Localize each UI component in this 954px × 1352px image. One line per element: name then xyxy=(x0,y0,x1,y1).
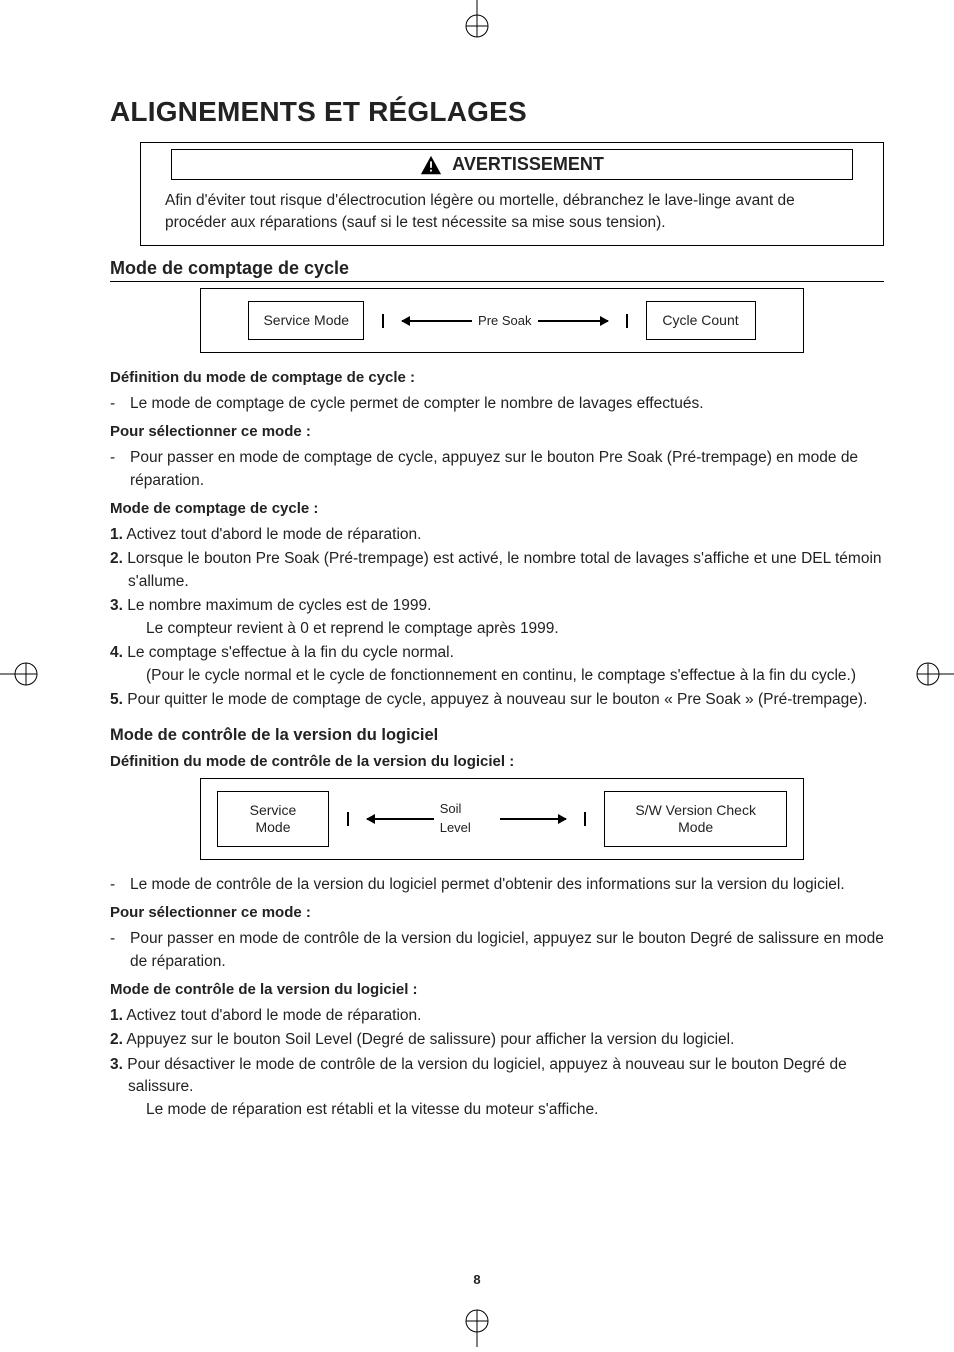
diagram-box-service-mode: Service Mode xyxy=(248,301,364,340)
dash-bullet: - xyxy=(110,928,122,973)
step-text: Activez tout d'abord le mode de réparati… xyxy=(126,526,421,543)
step-text: Lorsque le bouton Pre Soak (Pré-trempage… xyxy=(127,550,881,589)
step-text-cont: (Pour le cycle normal et le cycle de fon… xyxy=(128,665,884,687)
arrow-endcap-icon xyxy=(584,812,586,826)
step-2: 2. Appuyez sur le bouton Soil Level (Deg… xyxy=(110,1029,884,1051)
step-text: Pour quitter le mode de comptage de cycl… xyxy=(127,691,867,708)
step-number: 1. xyxy=(110,526,123,543)
diagram-sw-version: Service Mode Soil Level S/W Version Chec… xyxy=(200,778,804,860)
step-text: Le comptage s'effectue à la fin du cycle… xyxy=(127,644,454,661)
diagram-box-cycle-count: Cycle Count xyxy=(646,301,756,340)
step-text: Activez tout d'abord le mode de réparati… xyxy=(126,1007,421,1024)
arrow-endcap-icon xyxy=(382,314,384,328)
arrow-bi-group: Pre Soak xyxy=(402,313,607,328)
diagram-label: Soil Level xyxy=(440,800,494,838)
step-number: 3. xyxy=(110,1056,123,1073)
warning-box: AVERTISSEMENT Afin d'éviter tout risque … xyxy=(140,142,884,246)
list-item: - Le mode de comptage de cycle permet de… xyxy=(110,393,884,415)
select-text-2: Pour passer en mode de contrôle de la ve… xyxy=(130,928,884,973)
select-text: Pour passer en mode de comptage de cycle… xyxy=(130,447,884,492)
crop-mark-right xyxy=(914,654,954,694)
def-text-2: Le mode de contrôle de la version du log… xyxy=(130,874,845,896)
step-4: 4. Le comptage s'effectue à la fin du cy… xyxy=(110,642,884,687)
warning-header-text: AVERTISSEMENT xyxy=(452,154,604,175)
page-title: ALIGNEMENTS ET RÉGLAGES xyxy=(110,96,884,128)
select-heading-2: Pour sélectionner ce mode : xyxy=(110,902,884,924)
def-heading-2: Définition du mode de contrôle de la ver… xyxy=(110,751,884,773)
arrow-left-icon xyxy=(402,320,472,322)
section1-body: Définition du mode de comptage de cycle … xyxy=(110,367,884,711)
page-content: ALIGNEMENTS ET RÉGLAGES AVERTISSEMENT Af… xyxy=(0,0,954,1163)
warning-icon xyxy=(420,155,442,175)
step-1: 1. Activez tout d'abord le mode de répar… xyxy=(110,524,884,546)
arrow-right-icon xyxy=(538,320,608,322)
section1-heading: Mode de comptage de cycle xyxy=(110,258,884,282)
diagram-box-service-mode: Service Mode xyxy=(217,791,329,847)
section2-body: Définition du mode de contrôle de la ver… xyxy=(110,751,884,1122)
warning-header: AVERTISSEMENT xyxy=(171,149,853,180)
step-3: 3. Le nombre maximum de cycles est de 19… xyxy=(110,595,884,640)
crop-mark-top xyxy=(457,0,497,40)
dash-bullet: - xyxy=(110,393,122,415)
step-text: Pour désactiver le mode de contrôle de l… xyxy=(127,1056,846,1095)
diagram-box-sw-version: S/W Version Check Mode xyxy=(604,791,787,847)
warning-body-text: Afin d'éviter tout risque d'électrocutio… xyxy=(141,180,883,245)
arrow-endcap-icon xyxy=(347,812,349,826)
step-number: 1. xyxy=(110,1007,123,1024)
select-heading: Pour sélectionner ce mode : xyxy=(110,421,884,443)
dash-bullet: - xyxy=(110,447,122,492)
list-item: - Le mode de contrôle de la version du l… xyxy=(110,874,884,896)
step-number: 3. xyxy=(110,597,123,614)
step-number: 4. xyxy=(110,644,123,661)
step-text-cont: Le compteur revient à 0 et reprend le co… xyxy=(128,618,884,640)
arrow-left-icon xyxy=(367,818,434,820)
arrow-bi-group: Soil Level xyxy=(367,800,567,838)
step-3: 3. Pour désactiver le mode de contrôle d… xyxy=(110,1054,884,1121)
arrow-right-icon xyxy=(500,818,567,820)
def-text: Le mode de comptage de cycle permet de c… xyxy=(130,393,704,415)
mode-heading-2: Mode de contrôle de la version du logici… xyxy=(110,979,884,1001)
dash-bullet: - xyxy=(110,874,122,896)
def-heading: Définition du mode de comptage de cycle … xyxy=(110,367,884,389)
step-5: 5. Pour quitter le mode de comptage de c… xyxy=(110,689,884,711)
mode-heading: Mode de comptage de cycle : xyxy=(110,498,884,520)
diagram-cycle-count: Service Mode Pre Soak Cycle Count xyxy=(200,288,804,353)
step-number: 2. xyxy=(110,550,123,567)
step-1: 1. Activez tout d'abord le mode de répar… xyxy=(110,1005,884,1027)
step-number: 5. xyxy=(110,691,123,708)
list-item: - Pour passer en mode de contrôle de la … xyxy=(110,928,884,973)
step-number: 2. xyxy=(110,1031,123,1048)
step-text: Le nombre maximum de cycles est de 1999. xyxy=(127,597,431,614)
crop-mark-bottom xyxy=(457,1307,497,1347)
page-number: 8 xyxy=(0,1272,954,1287)
crop-mark-left xyxy=(0,654,40,694)
section2-heading: Mode de contrôle de la version du logici… xyxy=(110,726,884,745)
step-2: 2. Lorsque le bouton Pre Soak (Pré-tremp… xyxy=(110,548,884,593)
arrow-endcap-icon xyxy=(626,314,628,328)
step-text: Appuyez sur le bouton Soil Level (Degré … xyxy=(126,1031,734,1048)
step-text-cont: Le mode de réparation est rétabli et la … xyxy=(128,1099,884,1121)
diagram-label: Pre Soak xyxy=(478,313,531,328)
list-item: - Pour passer en mode de comptage de cyc… xyxy=(110,447,884,492)
